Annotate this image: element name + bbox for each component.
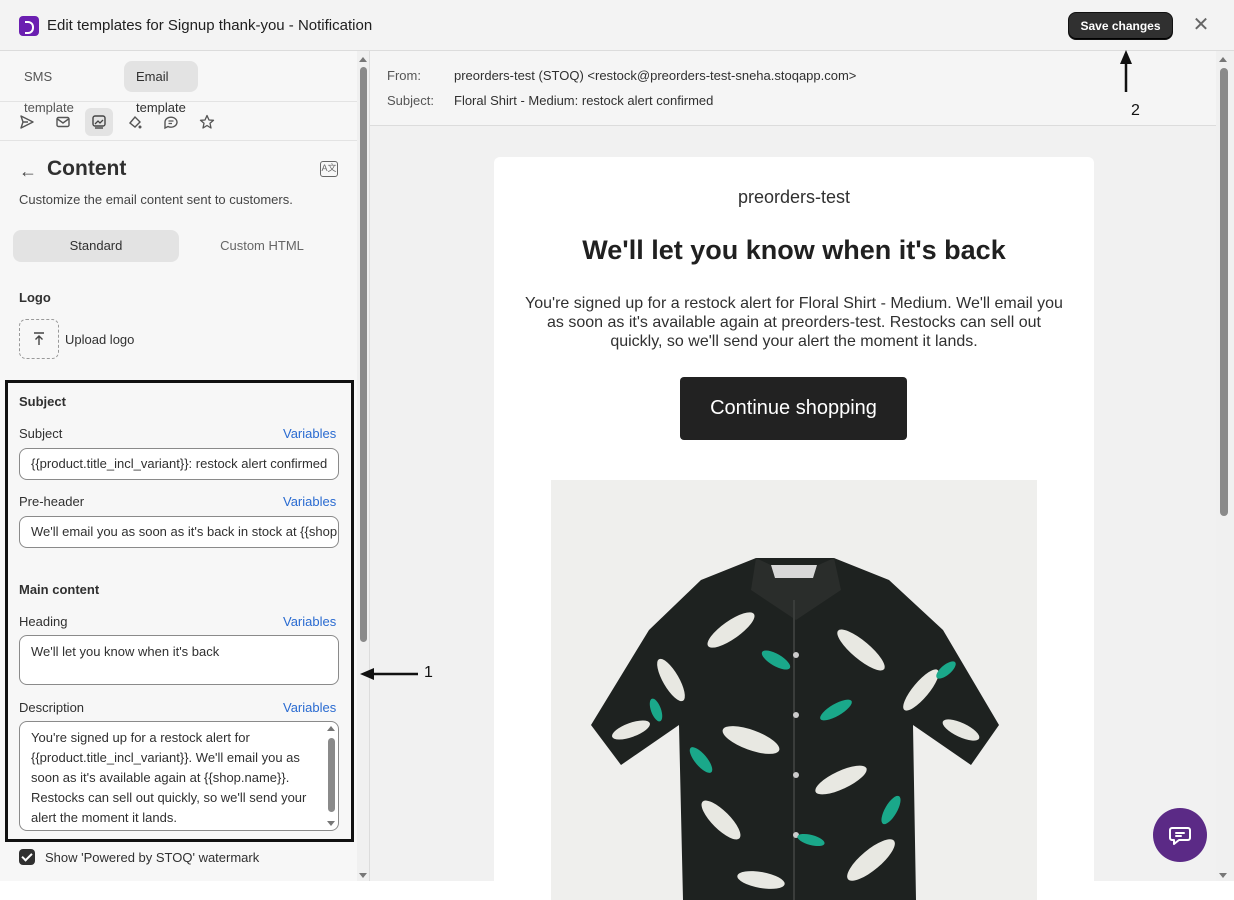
subject-meta-label: Subject: [387,93,434,108]
translate-icon[interactable]: A文 [320,161,338,177]
watermark-checkbox[interactable] [19,849,35,865]
app-logo-icon [19,16,39,36]
close-icon[interactable]: ✕ [1191,15,1211,36]
tab-email-template[interactable]: Email template [124,61,198,115]
email-card: preorders-test We'll let you know when i… [494,157,1094,900]
chat-support-button[interactable] [1153,808,1207,862]
custom-html-mode-button[interactable]: Custom HTML [179,230,345,262]
subject-meta-value: Floral Shirt - Medium: restock alert con… [454,93,714,108]
logo-label: Logo [19,290,51,305]
section-title: Content [47,157,127,180]
annotation-number-1: 1 [424,664,433,681]
preview-scrollbar[interactable] [1216,51,1234,881]
upload-logo-label[interactable]: Upload logo [65,332,134,347]
annotation-highlight-box [5,380,354,842]
tab-sms-template[interactable]: SMS template [12,61,86,115]
annotation-arrow-1 [360,668,418,680]
annotation-arrow-2 [1120,50,1132,92]
content-mode-toggle: Standard Custom HTML [13,230,344,262]
paint-icon[interactable] [121,108,149,136]
annotation-number-2: 2 [1131,102,1140,119]
shop-name: preorders-test [737,187,851,207]
image-content-icon[interactable] [85,108,113,136]
email-meta: From: preorders-test (STOQ) <restock@pre… [370,51,1216,126]
send-icon[interactable] [13,108,41,136]
save-changes-button[interactable]: Save changes [1068,12,1173,40]
email-heading: We'll let you know when it's back [582,235,1006,265]
section-toolbar [0,103,357,139]
email-preview: From: preorders-test (STOQ) <restock@pre… [370,51,1216,900]
product-image [551,480,1037,900]
email-body: You're signed up for a restock alert for… [525,295,1063,350]
upload-logo-button[interactable] [19,319,59,359]
divider [0,101,357,102]
from-value: preorders-test (STOQ) <restock@preorders… [454,68,857,83]
divider [0,140,357,141]
from-label: From: [387,68,421,83]
section-description: Customize the email content sent to cust… [19,192,293,207]
star-icon[interactable] [193,108,221,136]
continue-shopping-button[interactable]: Continue shopping [680,377,907,440]
standard-mode-button[interactable]: Standard [13,230,179,262]
window-title: Edit templates for Signup thank-you - No… [47,17,373,34]
title-bar: Edit templates for Signup thank-you - No… [0,0,1234,51]
watermark-label: Show 'Powered by STOQ' watermark [45,850,260,865]
mail-icon[interactable] [49,108,77,136]
back-arrow-icon[interactable]: ← [19,161,37,182]
chat-bubble-icon[interactable] [157,108,185,136]
